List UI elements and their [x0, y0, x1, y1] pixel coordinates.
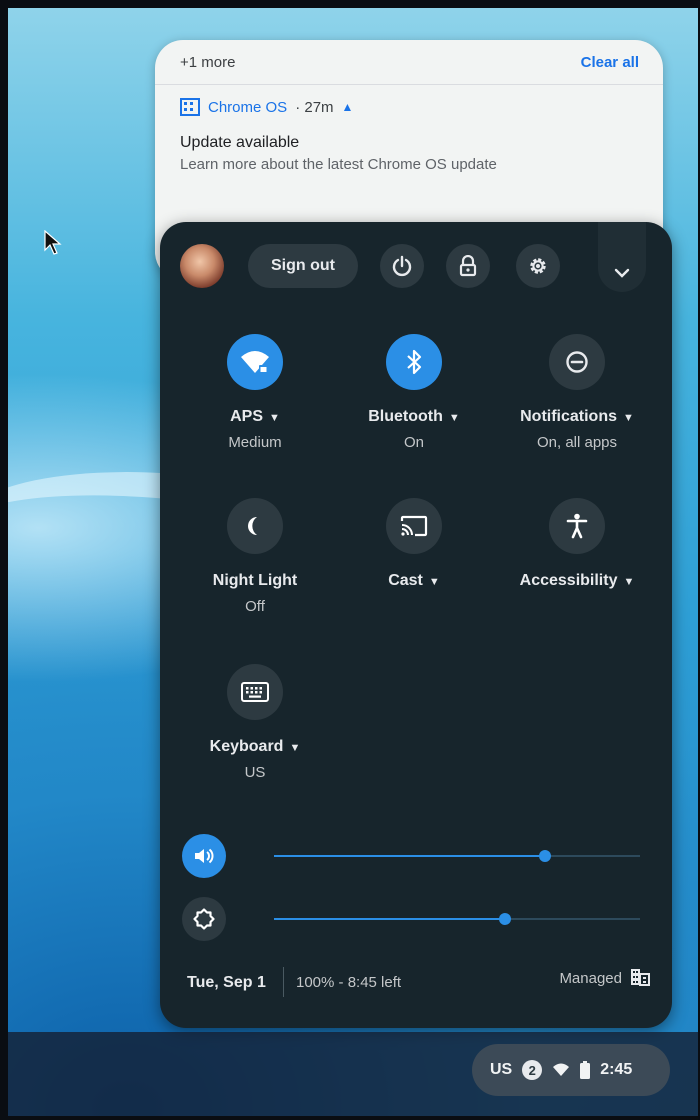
accessibility-label: Accessibility	[519, 572, 618, 589]
accessibility-toggle[interactable]	[549, 498, 605, 554]
brightness-icon-button	[182, 897, 226, 941]
caret-down-icon: ▼	[289, 742, 301, 754]
keyboard-tile[interactable]: Keyboard ▼ US	[175, 664, 335, 781]
brightness-row	[182, 897, 640, 941]
notifications-toggle[interactable]	[549, 334, 605, 390]
keyboard-status: US	[244, 764, 266, 781]
wifi-label: APS	[230, 408, 263, 425]
volume-slider-handle[interactable]	[538, 850, 551, 862]
power-icon	[392, 255, 412, 277]
night-light-icon	[248, 517, 257, 535]
brightness-slider-handle[interactable]	[498, 913, 511, 925]
cast-icon	[400, 515, 428, 537]
accessibility-icon	[566, 513, 588, 539]
managed-label[interactable]: Managed	[559, 970, 622, 987]
caret-down-icon: ▼	[448, 412, 460, 424]
night-light-tile[interactable]: Night Light Off	[175, 498, 335, 615]
notification-app-name: Chrome OS	[208, 98, 288, 116]
wifi-lock-icon	[241, 351, 269, 373]
system-tray[interactable]: US 2 2:45	[472, 1044, 670, 1096]
date-label[interactable]: Tue, Sep 1	[187, 974, 266, 992]
lock-icon	[459, 255, 477, 277]
lock-button[interactable]	[446, 244, 490, 288]
notifications-tile[interactable]: Notifications ▼ On, all apps	[497, 334, 657, 451]
enterprise-building-icon[interactable]	[630, 968, 650, 986]
bluetooth-label: Bluetooth	[368, 408, 443, 425]
quick-settings-panel: Sign out APS ▼ Medium Bluetooth ▼ On Not…	[160, 222, 672, 1028]
settings-icon	[530, 258, 546, 274]
cast-label: Cast	[388, 572, 423, 589]
volume-slider-fill	[274, 855, 545, 857]
keyboard-toggle[interactable]	[227, 664, 283, 720]
ime-indicator[interactable]: US	[490, 1061, 512, 1079]
notification-time: · 27m	[295, 98, 334, 116]
night-light-toggle[interactable]	[227, 498, 283, 554]
bluetooth-status: On	[403, 434, 424, 451]
wifi-icon	[553, 1063, 570, 1076]
sign-out-button[interactable]: Sign out	[248, 244, 358, 288]
notifications-label: Notifications	[520, 408, 617, 425]
power-button[interactable]	[380, 244, 424, 288]
notification-header[interactable]: Chrome OS · 27m ▲	[180, 98, 353, 116]
user-avatar[interactable]	[180, 244, 224, 288]
accessibility-tile[interactable]: Accessibility ▼	[497, 498, 657, 590]
collapse-chevron-icon	[614, 268, 630, 278]
cast-toggle[interactable]	[386, 498, 442, 554]
caret-down-icon: ▼	[623, 412, 634, 424]
notification-divider	[155, 84, 663, 85]
bluetooth-toggle[interactable]	[386, 334, 442, 390]
building-icon	[180, 98, 200, 116]
footer-divider	[283, 967, 284, 997]
volume-slider[interactable]	[274, 850, 640, 862]
notification-count-badge[interactable]: 2	[522, 1060, 543, 1080]
notification-title: Update available	[180, 134, 300, 151]
cast-tile[interactable]: Cast ▼	[334, 498, 494, 590]
clear-all-button[interactable]: Clear all	[581, 54, 639, 71]
caret-down-icon: ▼	[428, 576, 440, 588]
bluetooth-tile[interactable]: Bluetooth ▼ On	[334, 334, 494, 451]
night-light-status: Off	[245, 598, 265, 615]
chevron-up-icon[interactable]: ▲	[342, 100, 354, 114]
brightness-icon	[193, 908, 215, 930]
notifications-status: On, all apps	[536, 434, 618, 451]
keyboard-icon	[241, 682, 269, 702]
caret-down-icon: ▼	[269, 412, 280, 424]
volume-icon	[195, 848, 214, 864]
clock[interactable]: 2:45	[600, 1061, 632, 1079]
brightness-slider-fill	[274, 918, 505, 920]
mouse-cursor-icon	[44, 230, 62, 255]
keyboard-label: Keyboard	[209, 738, 284, 755]
caret-down-icon: ▼	[623, 576, 635, 588]
battery-status[interactable]: 100% - 8:45 left	[296, 974, 401, 991]
brightness-slider[interactable]	[274, 913, 640, 925]
settings-button[interactable]	[516, 244, 560, 288]
wifi-tile[interactable]: APS ▼ Medium	[175, 334, 335, 451]
collapse-button[interactable]	[598, 222, 646, 292]
volume-row	[182, 834, 640, 878]
wifi-toggle[interactable]	[227, 334, 283, 390]
night-light-label: Night Light	[212, 572, 298, 589]
notification-message: Learn more about the latest Chrome OS up…	[180, 156, 497, 173]
more-notifications-label[interactable]: +1 more	[180, 54, 235, 71]
bluetooth-icon	[407, 349, 422, 375]
wifi-status: Medium	[228, 434, 282, 451]
do-not-disturb-icon	[566, 351, 588, 373]
battery-icon	[580, 1061, 591, 1079]
mute-toggle-button[interactable]	[182, 834, 226, 878]
